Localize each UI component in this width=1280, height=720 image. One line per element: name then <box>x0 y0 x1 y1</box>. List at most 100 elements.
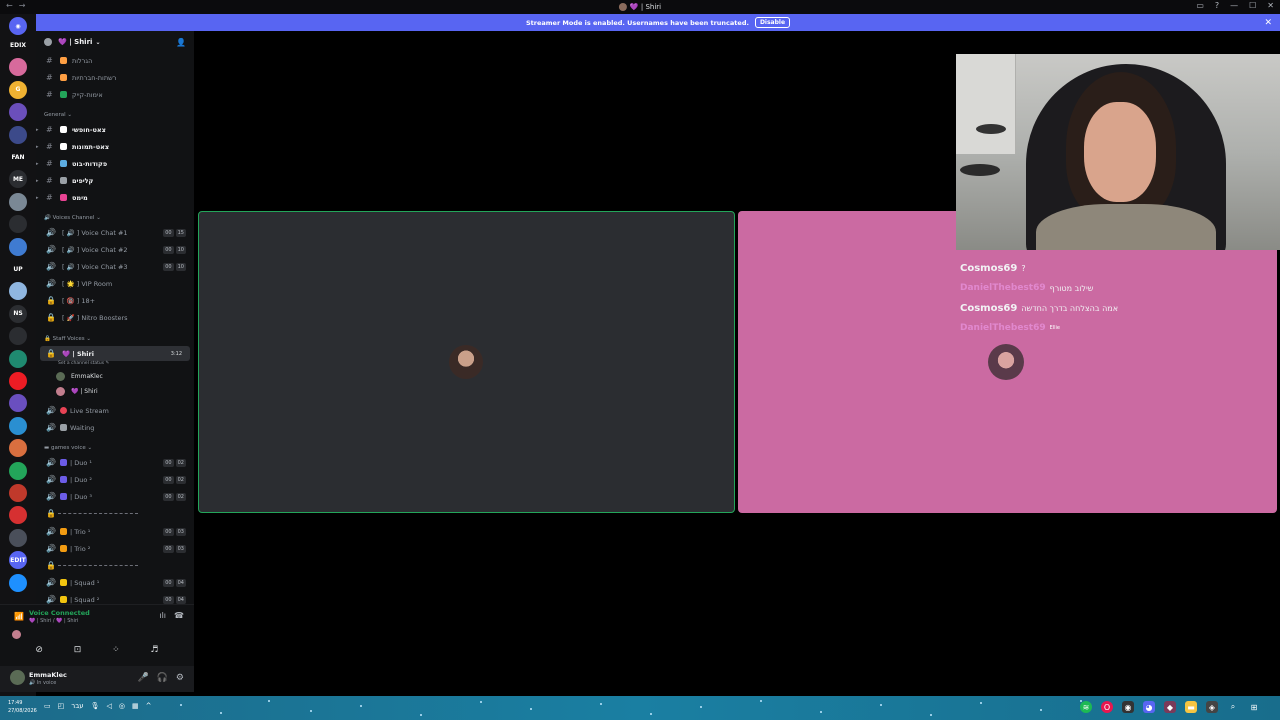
help-icon[interactable]: ? <box>1215 1 1219 10</box>
voice-channel[interactable]: 🔊 [ 🔊 ] Voice Chat #1 00 15 <box>36 225 194 240</box>
username[interactable]: EmmaKlec <box>29 671 67 679</box>
close-window-button[interactable]: ✕ <box>1267 1 1274 10</box>
signal-icon[interactable]: 📶 <box>14 612 24 621</box>
server-icon[interactable] <box>9 58 27 77</box>
server-icon[interactable]: G <box>9 80 27 99</box>
discord-home-icon[interactable]: ◉ <box>9 17 27 35</box>
forward-arrow-icon[interactable]: → <box>19 1 26 10</box>
inbox-icon[interactable]: ▭ <box>1196 1 1204 10</box>
volume-icon[interactable]: ◁ <box>107 702 112 710</box>
server-icon[interactable]: NS <box>9 304 27 323</box>
spotify-icon[interactable]: ≋ <box>1080 701 1092 713</box>
server-icon[interactable] <box>9 372 27 390</box>
voice-member[interactable]: 💜 | Shiri <box>56 385 98 398</box>
voice-member[interactable]: EmmaKlec <box>56 370 103 383</box>
participant-tile[interactable] <box>738 211 1277 513</box>
app-icon[interactable]: ◆ <box>1164 701 1176 713</box>
voice-channel-shiri[interactable]: 🔒 💜 | Shiri 3:12 <box>40 346 190 361</box>
screen-share-icon[interactable]: ⊡ <box>74 645 82 655</box>
channel-item[interactable]: # הגרלות <box>36 53 194 68</box>
server-icon[interactable] <box>9 439 27 458</box>
voice-channel[interactable]: 🔊 [ 🌟 ] VIP Room <box>36 276 194 291</box>
channel-item[interactable]: ▸ # קליפים <box>36 173 194 188</box>
app-icon[interactable]: ◈ <box>1206 701 1218 713</box>
voice-channel[interactable]: 🔊 Waiting <box>36 420 194 435</box>
folder-icon[interactable]: ▬ <box>1185 701 1197 713</box>
channel-item[interactable]: ▸ # מימס <box>36 190 194 205</box>
windows-start-icon[interactable]: ⊞ <box>1248 701 1260 713</box>
voice-channel[interactable]: 🔊 | Duo ³ 00 02 <box>36 489 194 504</box>
language-indicator[interactable]: עבר <box>71 702 83 710</box>
maximize-button[interactable]: ☐ <box>1249 1 1256 10</box>
widgets-icon[interactable]: ▦ <box>132 702 139 710</box>
server-icon[interactable] <box>9 528 27 547</box>
opera-icon[interactable]: O <box>1101 701 1113 713</box>
channel-item[interactable]: # רשתות-חברתיות <box>36 70 194 85</box>
channel-item[interactable]: ▸ # צאט-חופשי <box>36 122 194 137</box>
server-icon[interactable] <box>9 573 27 592</box>
voice-channel[interactable]: 🔊 [ 🔊 ] Voice Chat #2 00 10 <box>36 242 194 257</box>
voice-channel[interactable]: 🔊 | Duo ² 00 02 <box>36 472 194 487</box>
server-header[interactable]: 💜 | Shiri ⌄ 👤 <box>36 31 194 53</box>
gear-icon[interactable]: ⚙ <box>176 673 184 683</box>
add-user-icon[interactable]: 👤 <box>176 38 186 47</box>
category-games[interactable]: ▬ games voice ⌄ <box>44 445 92 451</box>
back-arrow-icon[interactable]: ← <box>6 1 13 10</box>
microphone-icon[interactable]: 🎙 <box>91 702 100 710</box>
taskbar-clock[interactable]: 17:49 27/08/2026 <box>8 699 37 715</box>
voice-channel[interactable]: 🔊 | Duo ¹ 00 02 <box>36 455 194 470</box>
channel-item[interactable]: # אימות-קייק <box>36 87 194 102</box>
channel-item[interactable]: ▸ # צאט-תמונות <box>36 139 194 154</box>
microphone-icon[interactable]: 🎤 <box>137 673 148 683</box>
server-icon[interactable]: FAN <box>9 148 27 166</box>
noise-suppression-icon[interactable]: ılı <box>159 611 166 620</box>
disconnect-icon[interactable]: ☎ <box>174 611 184 620</box>
camera-icon[interactable]: ⊘ <box>35 645 43 655</box>
voice-channel[interactable]: 🔒 [ 🔞 ] 18+ <box>36 293 194 308</box>
minimize-button[interactable]: — <box>1230 1 1238 10</box>
voice-channel[interactable]: 🔊 | Trio ² 00 03 <box>36 541 194 556</box>
server-icon[interactable]: UP <box>9 260 27 278</box>
avatar[interactable] <box>10 670 25 685</box>
server-icon[interactable]: EDIT <box>9 551 27 570</box>
server-icon[interactable] <box>9 461 27 480</box>
activities-icon[interactable]: ⁘ <box>112 645 120 655</box>
server-icon[interactable]: ME <box>9 170 27 189</box>
voice-channel[interactable]: 🔊 Live Stream <box>36 403 194 418</box>
server-icon[interactable] <box>9 237 27 256</box>
server-icon[interactable]: EDIX <box>9 36 27 54</box>
divider-channel[interactable]: 🔒 <box>36 506 194 521</box>
server-icon[interactable] <box>9 506 27 525</box>
obs-icon[interactable]: ◉ <box>1122 701 1134 713</box>
voice-channel[interactable]: 🔊 | Trio ¹ 00 03 <box>36 524 194 539</box>
soundboard-icon[interactable]: ♬ <box>150 645 158 655</box>
close-icon[interactable]: ✕ <box>1264 18 1272 28</box>
chat-bubble-icon[interactable]: ◰ <box>58 702 65 710</box>
server-icon[interactable] <box>9 215 27 234</box>
channel-status[interactable]: Set a channel status ✎ <box>58 361 109 366</box>
server-icon[interactable] <box>9 484 27 502</box>
calendar-icon[interactable]: ▭ <box>44 702 51 710</box>
category-staff[interactable]: 🔒 Staff Voices ⌄ <box>44 336 91 342</box>
server-icon[interactable] <box>9 282 27 301</box>
chevron-up-icon[interactable]: ^ <box>146 702 152 710</box>
server-icon[interactable] <box>9 416 27 435</box>
network-icon[interactable]: ◎ <box>119 702 125 710</box>
participant-tile[interactable] <box>198 211 735 513</box>
server-icon[interactable] <box>9 349 27 368</box>
server-icon[interactable] <box>9 394 27 413</box>
disable-button[interactable]: Disable <box>754 17 791 28</box>
divider-channel[interactable]: 🔒 <box>36 558 194 573</box>
voice-channel[interactable]: 🔊 | Squad ¹ 00 04 <box>36 575 194 590</box>
headphones-icon[interactable]: 🎧 <box>157 673 168 683</box>
server-icon[interactable] <box>9 125 27 144</box>
search-icon[interactable]: ⌕ <box>1227 701 1239 713</box>
discord-icon[interactable]: ◕ <box>1143 701 1155 713</box>
category-general[interactable]: General ⌄ <box>44 112 72 118</box>
voice-channel[interactable]: 🔒 [ 🚀 ] Nitro Boosters <box>36 310 194 325</box>
server-icon[interactable] <box>9 327 27 346</box>
category-voices[interactable]: 🔊 Voices Channel ⌄ <box>44 215 101 221</box>
server-icon[interactable] <box>9 192 27 211</box>
voice-channel[interactable]: 🔊 | Squad ² 00 04 <box>36 592 194 604</box>
voice-location[interactable]: 💜 | Shiri / 💜 | Shiri <box>29 618 78 624</box>
